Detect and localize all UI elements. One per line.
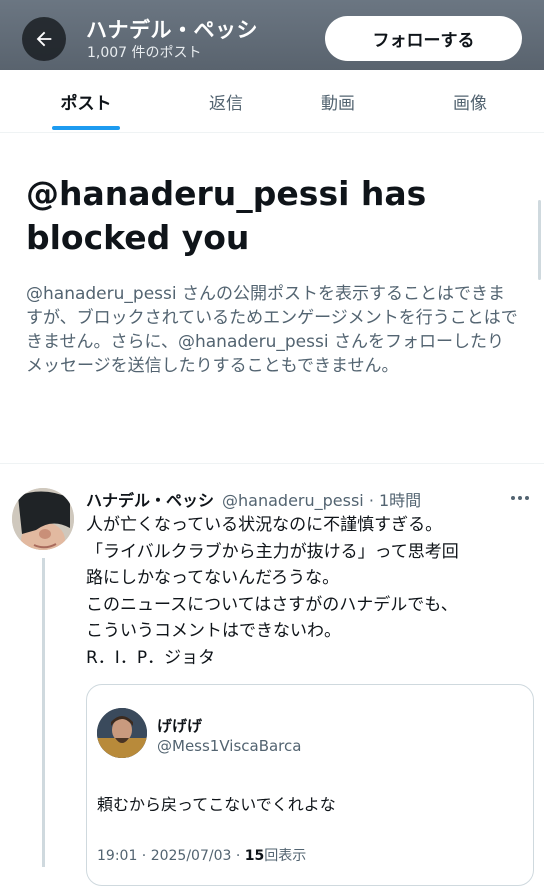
post-count: 1,007 件のポスト	[87, 45, 202, 61]
profile-name: ハナデル・ペッシ	[86, 18, 258, 42]
quote-avatar[interactable]	[97, 708, 147, 758]
tweet-handle-time[interactable]: @hanaderu_pessi · 1時間	[222, 487, 421, 511]
quoted-tweet-card[interactable]: げげげ @Mess1ViscaBarca 頼むから戻ってこないでくれよな 19:…	[86, 684, 534, 886]
active-tab-indicator	[52, 126, 120, 130]
quote-author-name[interactable]: げげげ	[157, 715, 202, 736]
profile-header: ハナデル・ペッシ 1,007 件のポスト フォローする	[0, 0, 544, 70]
tweet-line: このニュースについてはさすがのハナデルでも、	[86, 594, 458, 615]
tweet-line: 「ライバルクラブから主力が抜ける」って思考回	[86, 541, 459, 562]
tweet-line: 人が亡くなっている状況なのに不謹慎すぎる。	[86, 515, 443, 535]
more-horizontal-icon	[511, 496, 529, 500]
back-button[interactable]	[22, 17, 66, 61]
tweet-line: R．I．P．ジョタ	[86, 647, 216, 668]
tweet-line: こういうコメントはできないわ。	[86, 621, 341, 641]
quote-timestamp[interactable]: 19:01 · 2025/07/03 ·	[97, 848, 245, 864]
blocked-title: @hanaderu_pessi has blocked you	[26, 174, 427, 257]
tab-posts[interactable]: ポスト	[18, 70, 154, 132]
follow-button[interactable]: フォローする	[325, 16, 522, 61]
more-button[interactable]	[507, 488, 533, 508]
thread-line	[42, 558, 45, 867]
scrollbar[interactable]	[538, 200, 541, 280]
tab-images[interactable]: 画像	[402, 70, 538, 132]
quote-handle[interactable]: @Mess1ViscaBarca	[157, 737, 301, 755]
tweet-line: 路にしかなってないんだろうな。	[86, 568, 340, 588]
avatar[interactable]	[12, 488, 74, 550]
tab-videos[interactable]: 動画	[270, 70, 406, 132]
quote-meta: 19:01 · 2025/07/03 · 15回表示	[97, 845, 306, 865]
tweet-header: ハナデル・ペッシ @hanaderu_pessi · 1時間	[86, 487, 506, 511]
arrow-left-icon	[36, 31, 52, 47]
blocked-description: @hanaderu_pessi さんの公開ポストを表示することはできますが、ブロ…	[26, 284, 518, 376]
view-count: 15	[244, 848, 265, 864]
quote-avatar-image	[97, 708, 147, 758]
profile-tabs: ポスト 返信 動画 画像	[0, 70, 544, 133]
tweet-author-name[interactable]: ハナデル・ペッシ	[86, 487, 214, 511]
divider	[0, 463, 544, 464]
tweet-text: 人が亡くなっている状況なのに不謹慎すぎる。 「ライバルクラブから主力が抜ける」っ…	[86, 512, 526, 671]
view-label: 回表示	[264, 848, 307, 864]
avatar-image	[12, 488, 74, 550]
quote-text: 頼むから戻ってこないでくれよな	[97, 795, 336, 814]
